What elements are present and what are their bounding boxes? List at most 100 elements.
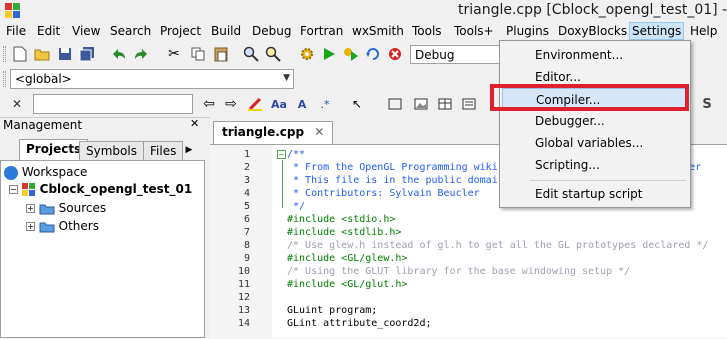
scope-select[interactable]: <global> ▼ [10,69,294,89]
management-panel-title: Management [0,117,210,133]
close-icon[interactable]: ✕ [8,95,26,113]
editor-tab-triangle[interactable]: triangle.cpp ✕ [213,121,334,144]
workspace-label: Workspace [21,165,88,179]
collapse-icon[interactable]: − [9,185,18,194]
menu-plugins[interactable]: Plugins [504,23,551,39]
line-number: 3 [243,175,250,186]
code-line: * From the OpenGL Programming wiki [287,162,498,173]
tab-symbols[interactable]: Symbols [79,141,144,160]
tree-folder-others[interactable]: + Others [26,219,99,233]
expand-icon[interactable]: + [26,222,35,231]
codeblocks-logo-icon [5,3,20,18]
line-number: 13 [237,305,250,316]
project-label: Cblock_opengl_test_01 [39,182,193,196]
line-number: 11 [237,279,250,290]
build-target-value: Debug [415,48,455,62]
run-icon[interactable] [320,45,338,63]
match-case-icon[interactable]: Aa [270,95,288,113]
project-icon [21,182,35,196]
menu-item-edit-startup-script[interactable]: Edit startup script [502,183,688,205]
line-number: 6 [243,214,250,225]
close-icon[interactable]: ✕ [190,117,199,130]
arrow-right-icon[interactable]: ⇨ [222,95,240,113]
save-all-icon[interactable] [78,45,96,63]
pointer-icon[interactable]: ↖ [348,95,366,113]
menu-item-global-variables[interactable]: Global variables... [502,132,688,154]
code-line: #include <stdio.h> [287,214,396,225]
paste-icon[interactable] [212,45,230,63]
menu-build[interactable]: Build [209,23,243,39]
tree-folder-sources[interactable]: + Sources [26,201,106,215]
image-icon[interactable] [412,95,430,113]
replace-icon[interactable] [264,45,282,63]
tree-project[interactable]: − Cblock_opengl_test_01 [9,182,192,197]
menu-settings[interactable]: Settings [629,22,685,40]
undo-icon[interactable] [110,45,128,63]
line-number: 1 [243,149,250,160]
window-title: triangle.cpp [Cblock_opengl_test_01] - C [458,2,727,18]
whole-word-icon[interactable]: A [293,95,311,113]
menu-help[interactable]: Help [688,23,719,39]
cut-icon[interactable]: ✂ [165,45,183,63]
menu-item-scripting[interactable]: Scripting... [502,154,688,176]
chevron-down-icon: ▼ [283,73,290,83]
folder-label: Others [58,219,99,233]
editor-tab-label: triangle.cpp [222,125,305,139]
tab-projects[interactable]: Projects [19,139,89,160]
build-target-select[interactable]: Debug [410,45,502,64]
toolbar-grip[interactable] [3,71,6,87]
strikethrough-icon[interactable]: S [698,95,716,113]
code-line: * This file is in the public domai [287,175,498,186]
new-file-icon[interactable] [11,45,29,63]
menu-separator [530,180,686,181]
highlight-pen-icon[interactable] [246,95,264,113]
menu-item-debugger[interactable]: Debugger... [502,110,688,132]
save-icon[interactable] [56,45,74,63]
line-number: 10 [237,266,250,277]
menu-item-environment[interactable]: Environment... [502,44,688,66]
build-gear-icon[interactable] [298,45,316,63]
line-number: 7 [243,227,250,238]
frame-icon[interactable] [386,95,404,113]
menu-debug[interactable]: Debug [250,23,293,39]
abort-icon[interactable] [386,45,404,63]
open-folder-icon[interactable] [33,45,51,63]
copy-icon[interactable] [189,45,207,63]
fold-marker-icon[interactable]: − [277,150,286,159]
line-number: 8 [243,240,250,251]
redo-icon[interactable] [132,45,150,63]
rebuild-icon[interactable] [364,45,382,63]
expand-icon[interactable]: + [26,204,35,213]
tree-workspace[interactable]: Workspace [4,165,87,180]
menu-file[interactable]: File [4,23,28,39]
code-line: /* Use glew.h instead of gl.h to get all… [287,240,709,251]
menu-edit[interactable]: Edit [35,23,62,39]
close-icon[interactable]: ✕ [314,125,324,139]
comment-box-icon[interactable] [460,95,478,113]
arrow-left-icon[interactable]: ⇦ [200,95,218,113]
menu-search[interactable]: Search [108,23,153,39]
menu-bar: File Edit View Search Project Build Debu… [0,21,727,41]
find-icon[interactable] [242,45,260,63]
regex-icon[interactable]: .* [316,95,334,113]
chevron-right-icon[interactable]: ▶ [182,141,196,159]
fold-line [282,160,283,208]
line-number: 4 [243,188,250,199]
line-number: 12 [237,292,250,303]
menu-toolsplus[interactable]: Tools+ [452,23,496,39]
menu-fortran[interactable]: Fortran [298,23,345,39]
scope-value: <global> [15,72,72,86]
menu-tools[interactable]: Tools [410,23,444,39]
toolbar-grip[interactable] [3,46,6,62]
menu-view[interactable]: View [70,23,102,39]
tab-files[interactable]: Files [143,141,184,160]
folder-label: Sources [58,201,107,215]
settings-dropdown-menu: Environment... Editor... Compiler... Deb… [499,40,691,208]
incremental-search-input[interactable] [33,94,193,114]
code-line: */ [287,201,306,212]
table-icon[interactable] [436,95,454,113]
menu-project[interactable]: Project [158,23,203,39]
build-and-run-icon[interactable] [342,45,360,63]
menu-doxyblocks[interactable]: DoxyBlocks [556,23,629,39]
menu-wxsmith[interactable]: wxSmith [350,23,406,39]
